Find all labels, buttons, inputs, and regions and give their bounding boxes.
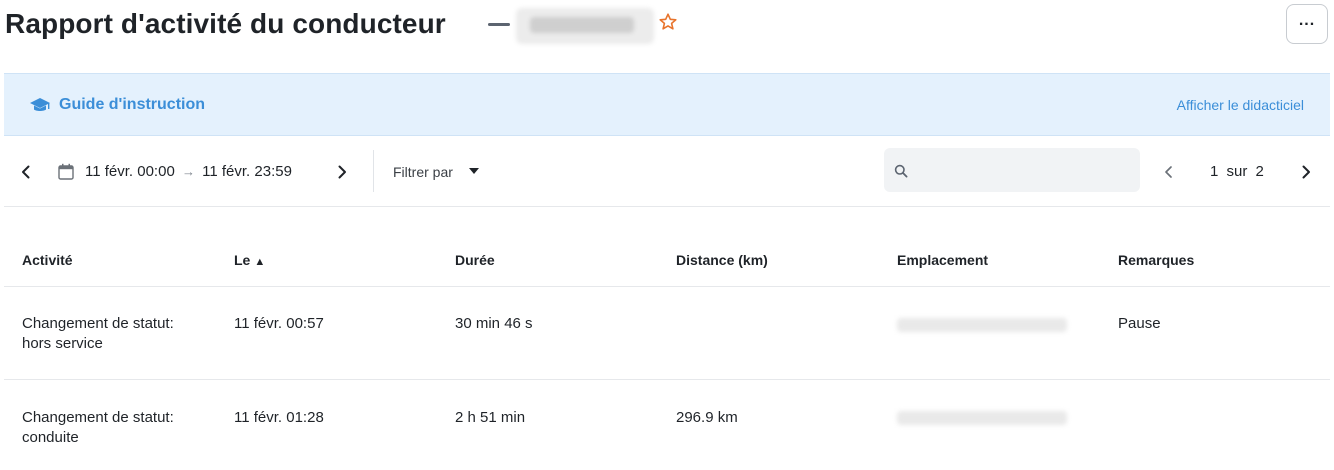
next-period-chevron-icon[interactable] (334, 164, 350, 180)
graduation-cap-icon (30, 98, 50, 111)
column-header-remarks[interactable]: Remarques (1118, 251, 1194, 269)
more-options-icon: ... (1298, 12, 1316, 29)
guide-title: Guide d'instruction (59, 96, 206, 113)
show-tutorial-link[interactable]: Afficher le didacticiel (1177, 95, 1304, 115)
previous-page-chevron-icon[interactable] (1161, 164, 1177, 180)
search-icon (894, 164, 908, 178)
report-toolbar: 11 févr. 00:00 → 11 févr. 23:59 Filtrer … (4, 137, 1330, 207)
date-start: 11 févr. 00:00 (85, 163, 175, 180)
column-header-activity[interactable]: Activité (22, 251, 73, 269)
activity-line-1: Changement de statut: (22, 315, 174, 332)
date-range-arrow-icon: → (181, 164, 195, 179)
column-header-location[interactable]: Emplacement (897, 251, 988, 269)
activity-line-2: hors service (22, 335, 103, 352)
distance-cell: 296.9 km (676, 409, 738, 426)
column-header-date[interactable]: Le ▲ (234, 251, 265, 271)
activity-line-1: Changement de statut: (22, 409, 174, 426)
driver-name-redacted (516, 8, 654, 44)
activity-line-2: conduite (22, 429, 79, 446)
star-outline-icon[interactable] (658, 12, 678, 32)
toolbar-divider (373, 150, 374, 192)
duration-cell: 30 min 46 s (455, 315, 533, 332)
date-range-picker[interactable]: 11 févr. 00:00 → 11 févr. 23:59 (85, 161, 292, 183)
column-header-distance[interactable]: Distance (km) (676, 251, 768, 269)
caret-down-icon[interactable] (469, 168, 479, 175)
title-separator (488, 23, 510, 26)
column-header-duration[interactable]: Durée (455, 251, 495, 269)
location-cell-redacted (897, 318, 1067, 332)
activity-cell: Changement de statut: hors service (22, 314, 174, 354)
page-header: Rapport d'activité du conducteur ... (0, 0, 1334, 72)
date-end: 11 févr. 23:59 (202, 163, 292, 180)
table-header: Activité Le ▲ Durée Distance (km) Emplace… (4, 207, 1330, 287)
column-header-date-label: Le (234, 252, 251, 268)
search-input[interactable] (912, 148, 1132, 192)
page-of-label: sur (1226, 163, 1248, 180)
more-options-button[interactable]: ... (1286, 4, 1328, 44)
activity-cell: Changement de statut: conduite (22, 408, 174, 448)
instruction-guide-banner: Guide d'instruction Afficher le didactic… (4, 73, 1330, 136)
filter-by-dropdown[interactable]: Filtrer par (393, 162, 453, 182)
sort-ascending-icon: ▲ (254, 256, 266, 268)
duration-cell: 2 h 51 min (455, 409, 526, 426)
calendar-icon (58, 163, 74, 180)
page-title: Rapport d'activité du conducteur (5, 8, 446, 39)
next-page-chevron-icon[interactable] (1298, 164, 1314, 180)
previous-period-chevron-icon[interactable] (18, 164, 34, 180)
total-pages: 2 (1255, 163, 1264, 180)
search-box[interactable] (884, 148, 1140, 192)
pagination-indicator: 1 sur 2 (1210, 161, 1268, 183)
date-cell: 11 févr. 00:57 (234, 315, 324, 332)
date-cell: 11 févr. 01:28 (234, 409, 324, 426)
table-row[interactable]: Changement de statut: conduite 11 févr. … (4, 380, 1330, 470)
table-row[interactable]: Changement de statut: hors service 11 fé… (4, 287, 1330, 380)
location-cell-redacted (897, 411, 1067, 425)
remarks-cell: Pause (1118, 315, 1161, 332)
current-page: 1 (1210, 163, 1219, 180)
